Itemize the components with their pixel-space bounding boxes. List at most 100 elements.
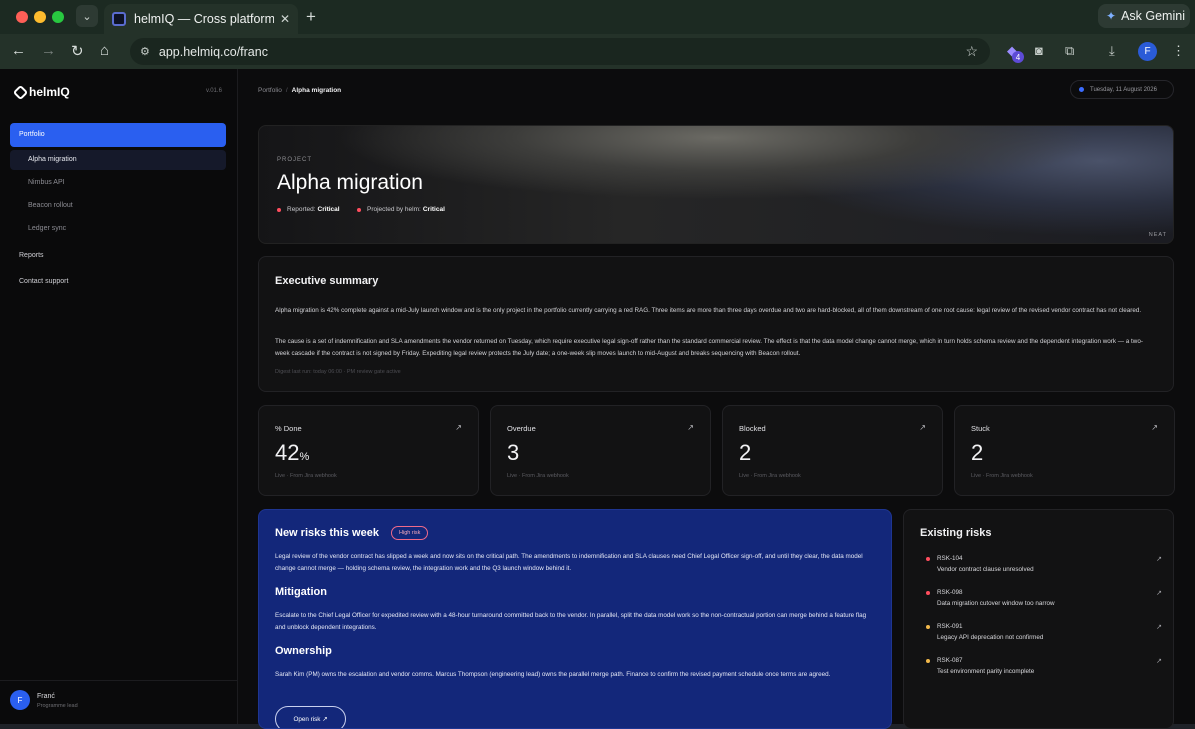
stat-value: 2 xyxy=(739,440,752,465)
sidebar-item-reports[interactable]: Reports xyxy=(19,252,44,259)
risk-id: RSK-098 xyxy=(937,589,963,596)
digest-status: Digest last run: today 06:00 · PM review… xyxy=(275,369,401,375)
browser-menu-icon[interactable]: ⋮ xyxy=(1172,43,1185,59)
sidebar-item-portfolio[interactable]: Portfolio xyxy=(10,123,226,147)
summary-paragraph: Alpha migration is 42% complete against … xyxy=(275,307,1142,314)
reported-status: Reported: Critical xyxy=(277,206,340,213)
risk-id: RSK-104 xyxy=(937,555,963,562)
severity-dot-icon xyxy=(926,591,930,595)
stat-source: Live · From Jira webhook xyxy=(739,473,801,479)
camera-icon[interactable]: ◙ xyxy=(1035,43,1043,58)
site-settings-icon[interactable]: ⚙ xyxy=(140,45,150,58)
stat-card-stuck[interactable]: Stuck ↗ 2 Live · From Jira webhook xyxy=(954,405,1175,496)
home-icon[interactable]: ⌂ xyxy=(100,42,109,59)
ask-gemini-button[interactable]: ✦ Ask Gemini xyxy=(1098,4,1190,28)
close-window-button[interactable] xyxy=(16,11,28,23)
risk-description: Data migration cutover window too narrow xyxy=(937,600,1055,607)
executive-summary-card: Executive summary Alpha migration is 42%… xyxy=(258,256,1174,392)
stat-unit: % xyxy=(299,451,310,463)
sidebar: helmIQ v.01.6 Portfolio Alpha migration … xyxy=(0,69,238,724)
date-indicator: Tuesday, 11 August 2026 xyxy=(1070,80,1174,99)
sidebar-item-contact-support[interactable]: Contact support xyxy=(19,278,68,285)
tab-strip: ⌄ helmIQ — Cross platform intel ✕ + ✦ As… xyxy=(0,0,1195,34)
stat-card-done[interactable]: % Done ↗ 42% Live · From Jira webhook xyxy=(258,405,479,496)
breadcrumb-separator: / xyxy=(285,87,288,94)
arrow-up-right-icon[interactable]: ↗ xyxy=(1156,589,1162,597)
ownership-title: Ownership xyxy=(275,645,332,657)
reported-value: Critical xyxy=(317,206,340,213)
status-dot-icon xyxy=(1079,87,1084,92)
extension-badge: 4 xyxy=(1012,51,1024,63)
extensions-puzzle-icon[interactable]: ⧉ xyxy=(1065,43,1074,59)
stat-card-blocked[interactable]: Blocked ↗ 2 Live · From Jira webhook xyxy=(722,405,943,496)
new-risks-body: Legal review of the vendor contract has … xyxy=(275,553,863,572)
reported-label: Reported: xyxy=(287,206,316,213)
maximize-window-button[interactable] xyxy=(52,11,64,23)
sidebar-item-beacon-rollout[interactable]: Beacon rollout xyxy=(10,196,226,216)
stat-source: Live · From Jira webhook xyxy=(971,473,1033,479)
download-icon[interactable]: ⤓ xyxy=(1109,43,1115,59)
app-page: helmIQ v.01.6 Portfolio Alpha migration … xyxy=(0,69,1195,729)
ask-gemini-label: Ask Gemini xyxy=(1121,9,1185,23)
stat-card-overdue[interactable]: Overdue ↗ 3 Live · From Jira webhook xyxy=(490,405,711,496)
page-title: Alpha migration xyxy=(277,171,423,194)
profile-avatar[interactable]: F xyxy=(1138,42,1157,61)
sidebar-item-alpha-migration[interactable]: Alpha migration xyxy=(10,150,226,170)
tab-title: helmIQ — Cross platform intel xyxy=(134,12,274,26)
risk-id: RSK-087 xyxy=(937,657,963,664)
gemini-sparkle-icon: ✦ xyxy=(1106,9,1117,23)
arrow-up-right-icon[interactable]: ↗ xyxy=(1151,423,1158,432)
arrow-up-right-icon[interactable]: ↗ xyxy=(455,423,462,432)
stat-value: 42% xyxy=(275,440,310,465)
browser-window: ⌄ helmIQ — Cross platform intel ✕ + ✦ As… xyxy=(0,0,1195,729)
minimize-window-button[interactable] xyxy=(34,11,46,23)
new-tab-icon[interactable]: + xyxy=(306,7,316,27)
stat-source: Live · From Jira webhook xyxy=(507,473,569,479)
severity-dot-icon xyxy=(926,659,930,663)
stat-label: Overdue xyxy=(507,424,536,433)
helmiq-favicon-icon xyxy=(112,12,126,26)
user-role: Programme lead xyxy=(37,703,78,709)
breadcrumb-portfolio[interactable]: Portfolio xyxy=(258,87,282,94)
user-avatar: F xyxy=(10,690,30,710)
arrow-up-right-icon[interactable]: ↗ xyxy=(687,423,694,432)
summary-title: Executive summary xyxy=(275,275,379,287)
browser-tab[interactable]: helmIQ — Cross platform intel ✕ xyxy=(104,4,298,34)
brand-name: helmIQ xyxy=(29,85,70,99)
open-risk-button[interactable]: Open risk ↗ xyxy=(275,706,346,728)
stat-value: 3 xyxy=(507,440,520,465)
arrow-up-right-icon[interactable]: ↗ xyxy=(919,423,926,432)
bookmark-star-icon[interactable]: ☆ xyxy=(965,43,978,60)
tab-search-button[interactable]: ⌄ xyxy=(76,5,98,27)
back-arrow-icon[interactable]: ← xyxy=(11,42,26,59)
new-risks-title: New risks this week xyxy=(275,527,379,539)
arrow-up-right-icon[interactable]: ↗ xyxy=(1156,623,1162,631)
risk-id: RSK-091 xyxy=(937,623,963,630)
risk-level-badge: High risk xyxy=(391,526,429,540)
reload-icon[interactable]: ↻ xyxy=(71,42,84,60)
hero-kicker: PROJECT xyxy=(277,157,313,163)
arrow-up-right-icon[interactable]: ↗ xyxy=(1156,555,1162,563)
mitigation-title: Mitigation xyxy=(275,586,327,598)
arrow-up-right-icon[interactable]: ↗ xyxy=(1156,657,1162,665)
stat-value: 2 xyxy=(971,440,984,465)
helmiq-logo-icon xyxy=(12,84,29,100)
user-profile[interactable]: F Franć Programme lead xyxy=(0,680,237,724)
sidebar-item-ledger-sync[interactable]: Ledger sync xyxy=(10,219,226,239)
hero-tag: NEAT xyxy=(1148,232,1167,238)
project-hero: PROJECT Alpha migration Reported: Critica… xyxy=(258,125,1174,244)
user-name: Franć xyxy=(37,693,55,700)
critical-dot-icon xyxy=(277,207,281,212)
current-date: Tuesday, 11 August 2026 xyxy=(1090,86,1157,93)
breadcrumb-current: Alpha migration xyxy=(291,87,342,94)
close-tab-icon[interactable]: ✕ xyxy=(280,12,290,26)
projected-status: Projected by helm: Critical xyxy=(357,206,445,213)
forward-arrow-icon[interactable]: → xyxy=(41,42,56,59)
sidebar-item-nimbus-api[interactable]: Nimbus API xyxy=(10,173,226,193)
existing-risks-card: Existing risks RSK-104 Vendor contract c… xyxy=(903,509,1174,729)
projected-label: Projected by helm: xyxy=(367,206,421,213)
brand-logo[interactable]: helmIQ xyxy=(12,84,70,100)
address-bar[interactable]: ⚙ app.helmiq.co/franc ☆ xyxy=(130,38,990,65)
ownership-body: Sarah Kim (PM) owns the escalation and v… xyxy=(275,671,831,678)
chevron-down-icon: ⌄ xyxy=(82,10,92,23)
